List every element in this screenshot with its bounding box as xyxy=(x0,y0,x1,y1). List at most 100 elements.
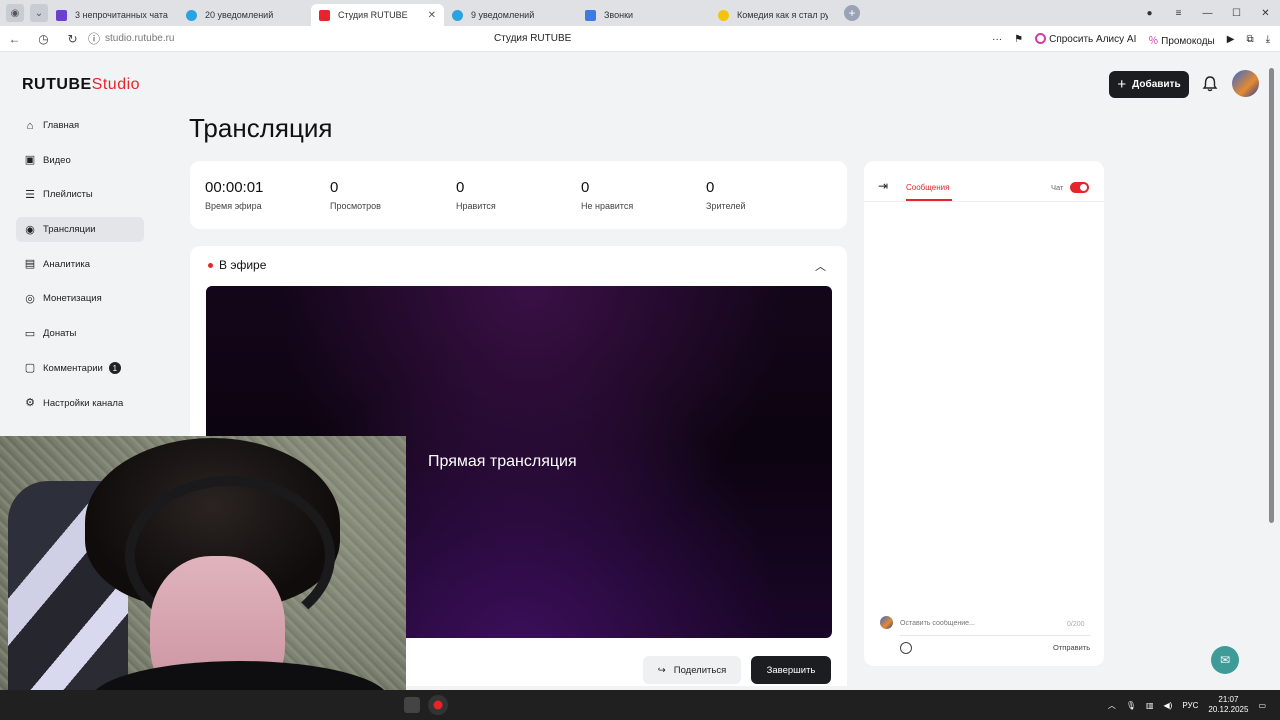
page-title-display: Студия RUTUBE xyxy=(494,33,572,44)
stat-viewers: 0 Зрителей xyxy=(706,179,746,211)
browser-tab-active[interactable]: Студия RUTUBE ✕ xyxy=(311,4,444,26)
emoji-icon[interactable] xyxy=(900,642,912,654)
obs-taskbar-icon[interactable] xyxy=(428,695,448,715)
settings-gear-icon: ⚙ xyxy=(25,397,35,409)
stream-stats-card: 00:00:01 Время эфира 0 Просмотров 0 Нрав… xyxy=(190,161,847,229)
site-info-icon[interactable]: ⓘ xyxy=(87,30,101,47)
end-stream-button[interactable]: Завершить xyxy=(751,656,831,684)
stat-likes: 0 Нравится xyxy=(456,179,496,211)
add-button[interactable]: + Добавить xyxy=(1109,71,1189,98)
sidebar-item-donations[interactable]: ▭ Донаты xyxy=(16,321,144,346)
comments-count-badge: 1 xyxy=(108,362,121,375)
menu-icon[interactable]: ≡ xyxy=(1164,8,1193,19)
share-button[interactable]: ↪ Поделиться xyxy=(643,656,741,684)
chat-panel: ⇥ Сообщения Чат 0/200 Отправить xyxy=(864,161,1104,666)
scrollbar-thumb[interactable] xyxy=(1269,68,1274,523)
taskbar-app-icon[interactable] xyxy=(404,697,420,713)
browser-tab[interactable]: 3 непрочитанных чата xyxy=(48,4,178,26)
stat-air-time: 00:00:01 Время эфира xyxy=(205,179,264,211)
address-bar: ← ◷ ↻ ⓘ studio.rutube.ru Студия RUTUBE ·… xyxy=(0,26,1280,52)
chat-toggle[interactable] xyxy=(1070,182,1089,193)
volume-icon[interactable]: ◀) xyxy=(1164,701,1173,710)
bookmark-icon[interactable]: ⚑ xyxy=(1014,34,1023,45)
network-icon[interactable]: ▥ xyxy=(1146,701,1154,710)
tab-messages[interactable]: Сообщения xyxy=(906,183,949,192)
comments-icon: ▢ xyxy=(24,362,36,375)
url-field[interactable]: studio.rutube.ru xyxy=(105,33,175,44)
browser-tab[interactable]: 9 уведомлений xyxy=(444,4,577,26)
promo-button[interactable]: ％ Промокоды xyxy=(1148,32,1214,47)
browser-tab[interactable]: 20 уведомлений xyxy=(178,4,311,26)
language-indicator[interactable]: РУС xyxy=(1182,701,1198,710)
system-tray: ︿ 🎙 ▥ ◀) РУС 21:07 20.12.2025 ▭ xyxy=(1108,690,1266,720)
notifications-icon[interactable]: ▭ xyxy=(1258,701,1266,710)
messenger-favicon-icon xyxy=(56,9,67,21)
home-icon: ⌂ xyxy=(26,119,34,132)
tab-menu-chevron-icon[interactable]: ⌄ xyxy=(30,4,48,22)
rutube-favicon-icon xyxy=(319,9,330,21)
alice-button[interactable]: Спросить Алису AI xyxy=(1035,33,1136,45)
video-icon[interactable]: ▶ xyxy=(1227,34,1235,45)
collapse-panel-icon[interactable]: ⇥ xyxy=(878,179,888,193)
promo-icon: ％ xyxy=(1148,35,1159,47)
tray-expand-icon[interactable]: ︿ xyxy=(1108,700,1116,711)
sidebar-item-home[interactable]: ⌂ Главная xyxy=(16,113,144,138)
windows-taskbar xyxy=(0,690,1280,720)
window-controls: ● ≡ — ☐ ✕ xyxy=(1135,0,1280,26)
live-indicator-dot xyxy=(208,262,213,268)
plus-icon: + xyxy=(1117,76,1127,93)
chat-header-divider xyxy=(864,201,1104,202)
share-arrow-icon: ↪ xyxy=(657,664,666,676)
browser-profile-icon[interactable]: ◉ xyxy=(6,4,24,22)
browser-tab-strip: ◉ ⌄ 3 непрочитанных чата 20 уведомлений … xyxy=(0,0,1280,26)
microphone-icon[interactable]: 🎙 xyxy=(1126,701,1136,710)
user-avatar[interactable] xyxy=(1232,70,1259,97)
stat-dislikes: 0 Не нравится xyxy=(581,179,634,211)
collections-icon[interactable]: ⧉ xyxy=(1246,34,1253,45)
page-title: Трансляция xyxy=(189,113,333,143)
stat-views: 0 Просмотров xyxy=(330,179,381,211)
browser-tab[interactable]: Звонки xyxy=(577,4,710,26)
browser-tab[interactable]: Комедия как я стал русс... xyxy=(710,4,836,26)
live-status: В эфире xyxy=(208,258,266,272)
broadcast-icon: ◉ xyxy=(25,223,35,236)
youtube-favicon-icon xyxy=(718,9,729,21)
reload-icon[interactable]: ↻ xyxy=(58,32,87,46)
close-tab-icon[interactable]: ✕ xyxy=(428,10,436,21)
sidebar-item-video[interactable]: ▣ Видео xyxy=(16,148,144,173)
back-arrow-icon[interactable]: ← xyxy=(0,32,29,46)
notification-bell-icon[interactable] xyxy=(1201,75,1219,93)
support-chat-icon[interactable]: ✉ xyxy=(1211,646,1239,674)
sidebar-item-channel-settings[interactable]: ⚙ Настройки канала xyxy=(16,391,144,416)
account-icon[interactable]: ● xyxy=(1135,8,1164,19)
alice-icon xyxy=(1035,33,1047,44)
rutube-studio-logo[interactable]: RUTUBEStudio xyxy=(22,76,140,94)
sidebar-item-playlists[interactable]: ☰ Плейлисты xyxy=(16,182,144,207)
maximize-icon[interactable]: ☐ xyxy=(1222,8,1251,19)
send-button[interactable]: Отправить xyxy=(1053,643,1090,652)
player-title: Прямая трансляция xyxy=(428,453,577,470)
collapse-chevron-up-icon[interactable]: ︿ xyxy=(815,258,826,274)
char-counter: 0/200 xyxy=(1067,621,1085,628)
vk-favicon-icon xyxy=(585,9,596,21)
more-dots-icon[interactable]: ··· xyxy=(992,34,1002,45)
input-underline xyxy=(900,635,1090,636)
clock[interactable]: 21:07 20.12.2025 xyxy=(1208,695,1248,715)
playlist-icon: ☰ xyxy=(25,188,35,201)
close-window-icon[interactable]: ✕ xyxy=(1251,8,1280,19)
sidebar-nav: ⌂ Главная ▣ Видео ☰ Плейлисты ◉ Трансляции ▤… xyxy=(16,113,144,425)
minimize-icon[interactable]: — xyxy=(1193,8,1222,19)
sidebar-item-analytics[interactable]: ▤ Аналитика xyxy=(16,252,144,277)
telegram-favicon-icon xyxy=(452,9,463,21)
download-icon[interactable]: ⤓ xyxy=(1266,34,1270,45)
chat-toggle-label: Чат xyxy=(1051,183,1064,192)
telegram-favicon-icon xyxy=(186,9,197,21)
sidebar-item-comments[interactable]: ▢ Комментарии 1 xyxy=(16,356,144,381)
chat-message-input[interactable] xyxy=(900,620,1090,627)
history-icon[interactable]: ◷ xyxy=(29,32,58,46)
sidebar-item-monetization[interactable]: ◎ Монетизация xyxy=(16,286,144,311)
monetization-icon: ◎ xyxy=(25,292,35,305)
page-scrollbar[interactable] xyxy=(1266,54,1278,690)
sidebar-item-broadcasts[interactable]: ◉ Трансляции xyxy=(16,217,144,243)
new-tab-button[interactable]: + xyxy=(844,5,860,21)
